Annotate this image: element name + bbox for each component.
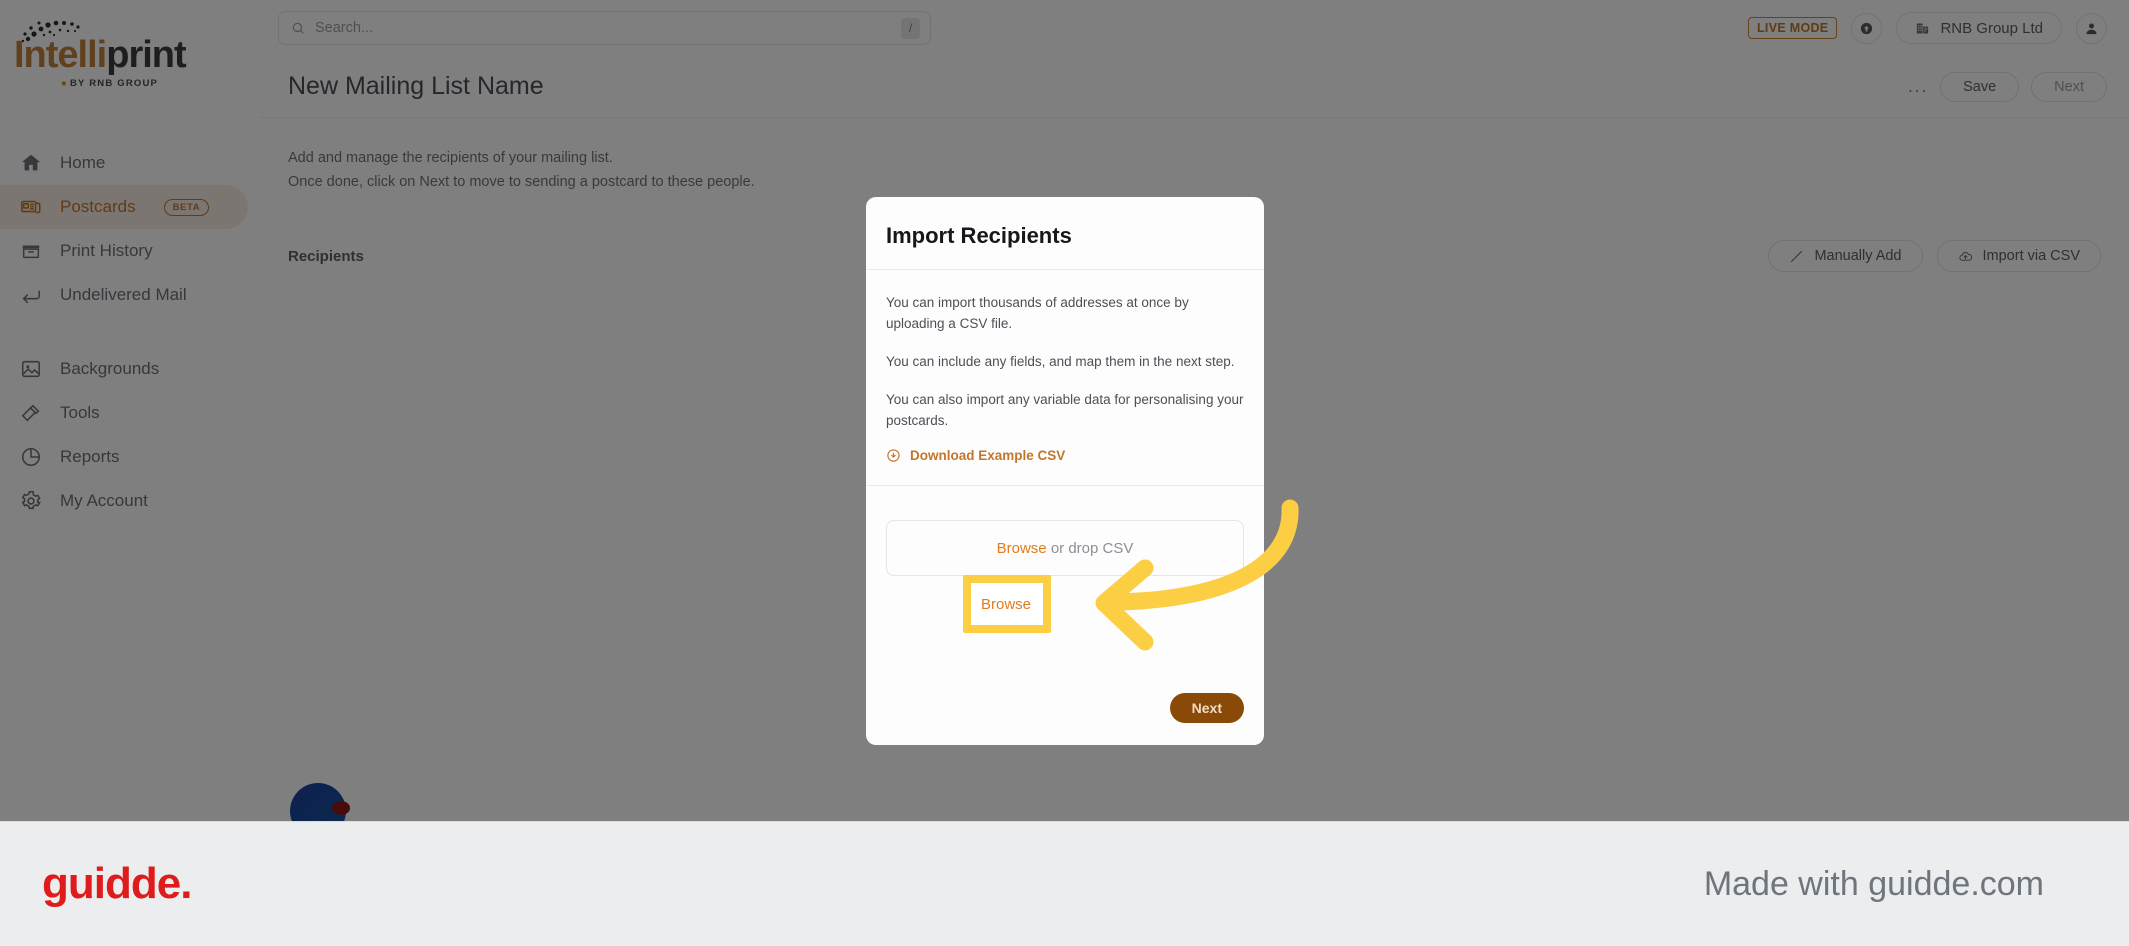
dialog-paragraph-3: You can also import any variable data fo… <box>886 392 1244 428</box>
download-circle-icon <box>887 449 900 462</box>
screen-root: Intelliprint ●BY RNB GROUP Home <box>0 0 2129 946</box>
dialog-body: You can import thousands of addresses at… <box>866 270 1264 463</box>
guidde-footer: guidde. Made with guidde.com <box>0 821 2129 946</box>
dialog-title: Import Recipients <box>886 223 1072 248</box>
dialog-header: Import Recipients <box>866 197 1264 270</box>
download-example-csv-label: Download Example CSV <box>910 448 1066 463</box>
dialog-paragraph-2: You can include any fields, and map them… <box>886 354 1235 369</box>
download-example-csv-link[interactable]: Download Example CSV <box>886 448 1244 463</box>
dropzone-browse-label[interactable]: Browse <box>997 540 1047 557</box>
guidde-logo: guidde. <box>42 859 192 908</box>
dialog-paragraph-1: You can import thousands of addresses at… <box>886 295 1189 331</box>
guidde-tagline: Made with guidde.com <box>1703 864 2044 903</box>
browse-highlight-box[interactable]: Browse <box>963 575 1051 633</box>
dialog-divider <box>866 485 1264 486</box>
yellow-pointer-arrow <box>1095 499 1299 651</box>
browse-highlight-label: Browse <box>981 595 1032 613</box>
